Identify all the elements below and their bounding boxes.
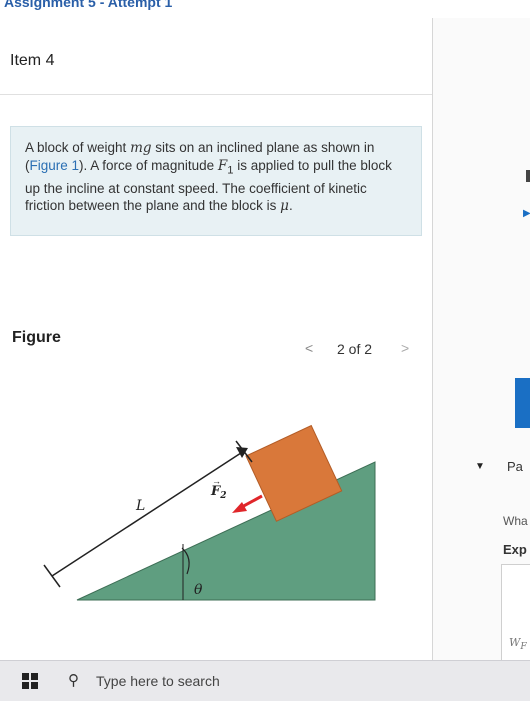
- vector-arrow-over-F: →: [212, 476, 221, 486]
- part-label[interactable]: Pa: [507, 459, 523, 474]
- force-arrowhead-icon: [232, 502, 247, 513]
- label-L: L: [135, 498, 145, 514]
- incline-figure: L F2 → θ: [43, 424, 376, 601]
- assignment-link[interactable]: Assignment 5 - Attempt 1: [4, 0, 172, 10]
- item-title: Item 4: [10, 52, 55, 69]
- top-bar: Assignment 5 - Attempt 1: [0, 0, 530, 19]
- label-theta: θ: [194, 582, 203, 598]
- right-panel-edge: [526, 170, 530, 182]
- figure-title: Figure: [12, 329, 61, 346]
- problem-statement-box: A block of weight mg sits on an inclined…: [10, 126, 422, 236]
- pager-next-button[interactable]: >: [401, 340, 409, 356]
- expand-arrow-icon[interactable]: ▶: [523, 208, 530, 219]
- taskbar: ⚲ Type here to search: [0, 660, 530, 701]
- problem-statement: A block of weight mg sits on an inclined…: [25, 140, 392, 214]
- right-panel-scroll-tab[interactable]: [515, 378, 530, 428]
- divider: [0, 94, 432, 95]
- express-label: Exp: [503, 542, 527, 557]
- search-placeholder: Type here to search: [96, 673, 220, 689]
- search-icon: ⚲: [68, 672, 79, 689]
- windows-icon[interactable]: [22, 673, 38, 689]
- main-panel: Item 4 A block of weight mg sits on an i…: [0, 18, 433, 660]
- taskbar-search[interactable]: ⚲ Type here to search: [60, 669, 360, 695]
- part-caret-icon[interactable]: ▼: [475, 461, 485, 472]
- pager-count: 2 of 2: [337, 341, 373, 357]
- pager-prev-button[interactable]: <: [305, 340, 313, 356]
- var-mu: μ: [280, 197, 289, 214]
- var-mg: mg: [130, 140, 152, 156]
- wf-label: WF: [509, 636, 527, 653]
- figure-link[interactable]: Figure 1: [30, 158, 80, 173]
- var-F1: F: [217, 158, 228, 174]
- question-label: Wha: [503, 514, 528, 528]
- figure-pager: < 2 of 2 >: [305, 340, 425, 360]
- dimension-tick-bottom: [43, 564, 61, 588]
- right-panel: ▶ ▼ Pa Wha Exp WF: [433, 18, 530, 666]
- label-F2: F2: [210, 484, 227, 501]
